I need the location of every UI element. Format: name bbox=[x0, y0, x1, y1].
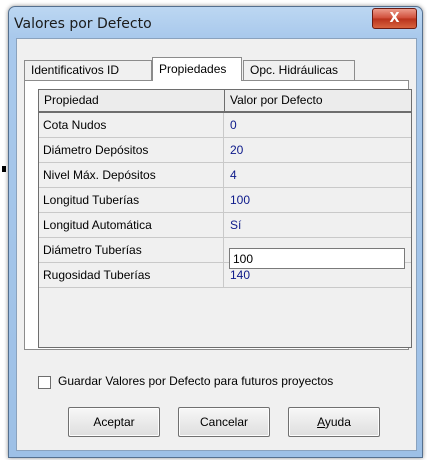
accept-button[interactable]: Aceptar bbox=[68, 407, 160, 437]
desktop-mark bbox=[2, 166, 6, 172]
column-header-propiedad[interactable]: Propiedad bbox=[39, 90, 225, 111]
table-row[interactable]: Cota Nudos 0 bbox=[39, 113, 411, 138]
table-row[interactable]: Nivel Máx. Depósitos 4 bbox=[39, 163, 411, 188]
property-value[interactable]: 0 bbox=[224, 113, 410, 137]
property-value[interactable]: 100 bbox=[224, 188, 410, 212]
property-value[interactable]: 20 bbox=[224, 138, 410, 162]
cancel-button-label: Cancelar bbox=[199, 415, 249, 429]
save-defaults-checkbox[interactable] bbox=[38, 376, 51, 389]
help-accelerator: A bbox=[317, 415, 325, 429]
cancel-button[interactable]: Cancelar bbox=[178, 407, 270, 437]
property-name: Rugosidad Tuberías bbox=[39, 263, 224, 287]
table-row[interactable]: Diámetro Depósitos 20 bbox=[39, 138, 411, 163]
column-header-valor[interactable]: Valor por Defecto bbox=[225, 90, 410, 111]
property-name: Cota Nudos bbox=[39, 113, 224, 137]
property-value[interactable]: 4 bbox=[224, 163, 410, 187]
grid-header: Propiedad Valor por Defecto bbox=[39, 90, 411, 113]
properties-grid: Propiedad Valor por Defecto Cota Nudos 0… bbox=[38, 89, 412, 348]
table-row[interactable]: Longitud Automática Sí bbox=[39, 213, 411, 238]
tab-opc-hidraulicas[interactable]: Opc. Hidráulicas bbox=[243, 60, 355, 80]
property-name: Nivel Máx. Depósitos bbox=[39, 163, 224, 187]
help-button-label: yuda bbox=[324, 415, 351, 429]
tab-identificativos[interactable]: Identificativos ID bbox=[24, 60, 152, 80]
accept-button-label: Aceptar bbox=[93, 415, 135, 429]
tab-label: Identificativos ID bbox=[31, 63, 120, 77]
close-button[interactable]: X bbox=[372, 8, 417, 29]
property-name: Diámetro Depósitos bbox=[39, 138, 224, 162]
property-name: Diámetro Tuberías bbox=[39, 238, 224, 262]
diametro-tuberias-edit-field[interactable] bbox=[229, 248, 405, 269]
window-title: Valores por Defecto bbox=[14, 16, 152, 32]
table-row[interactable]: Longitud Tuberías 100 bbox=[39, 188, 411, 213]
help-button[interactable]: Ayuda bbox=[288, 407, 380, 437]
property-name: Longitud Tuberías bbox=[39, 188, 224, 212]
property-name: Longitud Automática bbox=[39, 213, 224, 237]
close-icon: X bbox=[389, 11, 400, 26]
tab-propiedades[interactable]: Propiedades bbox=[152, 57, 242, 81]
property-value[interactable]: Sí bbox=[224, 213, 410, 237]
desktop-background bbox=[0, 0, 8, 460]
save-defaults-label: Guardar Valores por Defecto para futuros… bbox=[58, 374, 334, 388]
tab-label: Opc. Hidráulicas bbox=[250, 63, 339, 77]
tab-label: Propiedades bbox=[159, 62, 227, 76]
